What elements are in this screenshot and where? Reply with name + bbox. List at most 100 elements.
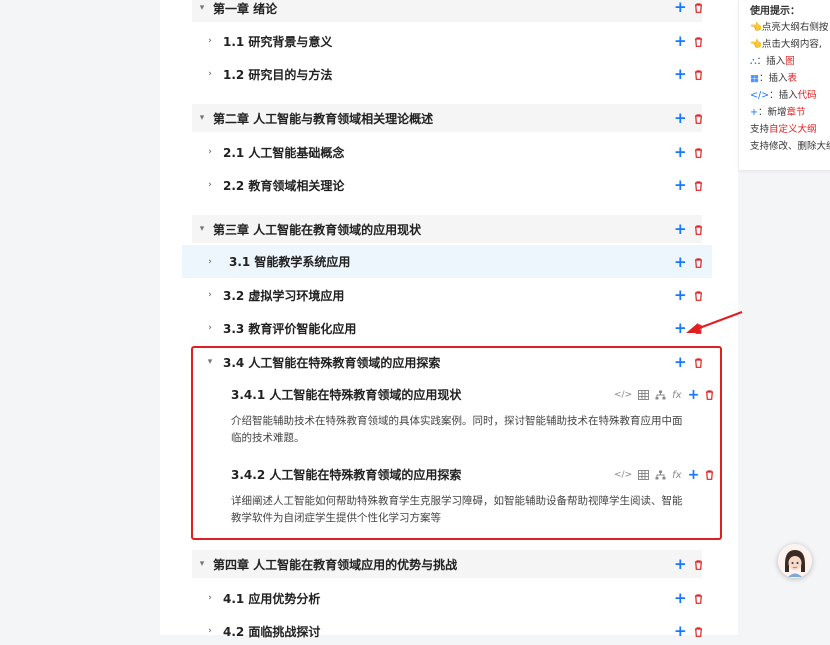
section-row[interactable]: › 2.1 人工智能基础概念 [192, 138, 712, 166]
delete-icon[interactable] [694, 147, 703, 158]
chevron-right-icon[interactable]: › [203, 290, 217, 300]
add-icon[interactable]: + [674, 557, 687, 572]
diagram-icon[interactable] [655, 390, 666, 400]
delete-icon[interactable] [694, 593, 703, 604]
section-ops: + [674, 67, 703, 82]
chevron-right-icon[interactable]: › [203, 69, 217, 79]
chevron-down-icon[interactable]: ▾ [195, 113, 209, 123]
add-icon[interactable]: + [674, 222, 687, 237]
usage-tips-panel: 使用提示： 👈点亮大纲右侧按 👈点击大纲内容, ⛬：插入图 ▦：插入表 </>：… [739, 0, 830, 170]
code-icon[interactable]: </> [614, 470, 632, 480]
description-line: 详细阐述人工智能如何帮助特殊教育学生克服学习障碍，如智能辅助设备帮助视障学生阅读… [231, 495, 683, 507]
chevron-down-icon[interactable]: ▾ [195, 224, 209, 234]
add-icon[interactable]: + [674, 34, 687, 49]
chapter-ops: + [674, 0, 703, 15]
table-icon[interactable] [638, 390, 650, 400]
section-ops: + [674, 178, 703, 193]
section-title: 3.3 教育评价智能化应用 [223, 321, 357, 336]
add-icon[interactable]: + [674, 355, 687, 370]
chevron-right-icon[interactable]: › [203, 593, 217, 603]
section-ops: + [674, 591, 703, 606]
section-row[interactable]: › 3.3 教育评价智能化应用 [192, 314, 712, 342]
chapter-title: 第四章 人工智能在教育领域应用的优势与挑战 [213, 557, 458, 572]
section-row[interactable]: › 4.1 应用优势分析 [192, 584, 712, 612]
delete-icon[interactable] [694, 559, 703, 570]
description-line: 介绍智能辅助技术在特殊教育领域的具体实践案例。同时，探讨智能辅助技术在特殊教育应… [231, 415, 683, 427]
delete-icon[interactable] [694, 2, 703, 13]
delete-icon[interactable] [705, 470, 714, 480]
section-title: 3.4 人工智能在特殊教育领域的应用探索 [223, 355, 441, 370]
add-icon[interactable]: + [674, 255, 687, 270]
code-icon[interactable]: </> [614, 390, 632, 400]
section-title: 1.1 研究背景与意义 [223, 34, 333, 49]
chevron-right-icon[interactable]: › [203, 323, 217, 333]
delete-icon[interactable] [694, 69, 703, 80]
chevron-right-icon[interactable]: › [203, 180, 217, 190]
section-ops: + [674, 288, 703, 303]
subsection-description[interactable]: 详细阐述人工智能如何帮助特殊教育学生克服学习障碍，如智能辅助设备帮助视障学生阅读… [231, 493, 701, 527]
chevron-right-icon[interactable]: › [203, 36, 217, 46]
assistant-avatar-button[interactable] [778, 544, 812, 578]
formula-icon[interactable]: fx [672, 470, 681, 481]
section-title: 2.2 教育领域相关理论 [223, 178, 345, 193]
add-icon[interactable]: + [674, 591, 687, 606]
tip-line: ▦：插入表 [750, 73, 798, 84]
chapter-ops: + [674, 111, 703, 126]
section-row[interactable]: › 4.2 面临挑战探讨 [192, 617, 712, 645]
formula-icon[interactable]: fx [672, 390, 681, 401]
subsection-title[interactable]: 3.4.2 人工智能在特殊教育领域的应用探索 [231, 466, 461, 483]
delete-icon[interactable] [694, 36, 703, 47]
section-ops: + [674, 355, 703, 370]
delete-icon[interactable] [694, 357, 703, 368]
chapter-title: 第一章 绪论 [213, 1, 278, 16]
section-row-hovered[interactable]: › 3.1 智能教学系统应用 [182, 245, 712, 278]
delete-icon[interactable] [694, 626, 703, 637]
section-row[interactable]: › 2.2 教育领域相关理论 [192, 171, 712, 199]
add-icon[interactable]: + [674, 178, 687, 193]
subsection-tools: </> fx + [614, 388, 714, 402]
chapter-row-3[interactable]: ▾ 第三章 人工智能在教育领域的应用现状 [192, 215, 702, 243]
section-row[interactable]: › 1.1 研究背景与意义 [192, 27, 712, 55]
chevron-down-icon[interactable]: ▾ [195, 559, 209, 569]
add-icon[interactable]: + [688, 388, 700, 402]
tip-line: </>：插入代码 [750, 90, 817, 101]
chapter-row-1[interactable]: ▾ 第一章 绪论 [192, 0, 702, 22]
tip-line: +：新增章节 [750, 107, 806, 118]
table-icon[interactable] [638, 470, 650, 480]
section-ops: + [674, 145, 703, 160]
chevron-down-icon[interactable]: ▾ [195, 3, 209, 13]
tip-line: ⛬：插入图 [750, 56, 795, 67]
add-icon[interactable]: + [674, 0, 687, 15]
section-title: 4.2 面临挑战探讨 [223, 624, 321, 639]
delete-icon[interactable] [694, 257, 703, 268]
section-ops: + [674, 255, 703, 270]
table-icon: ▦ [750, 73, 759, 84]
tip-line: 👈点亮大纲右侧按 [750, 22, 829, 33]
add-icon[interactable]: + [674, 111, 687, 126]
add-icon[interactable]: + [674, 288, 687, 303]
add-icon[interactable]: + [674, 67, 687, 82]
add-icon[interactable]: + [674, 145, 687, 160]
annotation-arrow [686, 310, 743, 333]
chapter-row-4[interactable]: ▾ 第四章 人工智能在教育领域应用的优势与挑战 [192, 550, 702, 578]
delete-icon[interactable] [694, 180, 703, 191]
subsection-title[interactable]: 3.4.1 人工智能在特殊教育领域的应用现状 [231, 386, 461, 403]
delete-icon[interactable] [694, 224, 703, 235]
add-icon[interactable]: + [688, 468, 700, 482]
delete-icon[interactable] [705, 390, 714, 400]
add-icon[interactable]: + [674, 624, 687, 639]
chapter-ops: + [674, 557, 703, 572]
chevron-right-icon[interactable]: › [203, 147, 217, 157]
chevron-down-icon[interactable]: ▾ [203, 357, 217, 367]
section-row-expanded[interactable]: ▾ 3.4 人工智能在特殊教育领域的应用探索 [192, 348, 712, 376]
section-row[interactable]: › 1.2 研究目的与方法 [192, 60, 712, 88]
description-line: 临的技术难题。 [231, 432, 305, 444]
delete-icon[interactable] [694, 113, 703, 124]
chapter-row-2[interactable]: ▾ 第二章 人工智能与教育领域相关理论概述 [192, 104, 702, 132]
diagram-icon[interactable] [655, 470, 666, 480]
delete-icon[interactable] [694, 290, 703, 301]
chevron-right-icon[interactable]: › [203, 257, 217, 267]
section-title: 1.2 研究目的与方法 [223, 67, 333, 82]
subsection-description[interactable]: 介绍智能辅助技术在特殊教育领域的具体实践案例。同时，探讨智能辅助技术在特殊教育应… [231, 413, 701, 447]
section-row[interactable]: › 3.2 虚拟学习环境应用 [192, 281, 712, 309]
